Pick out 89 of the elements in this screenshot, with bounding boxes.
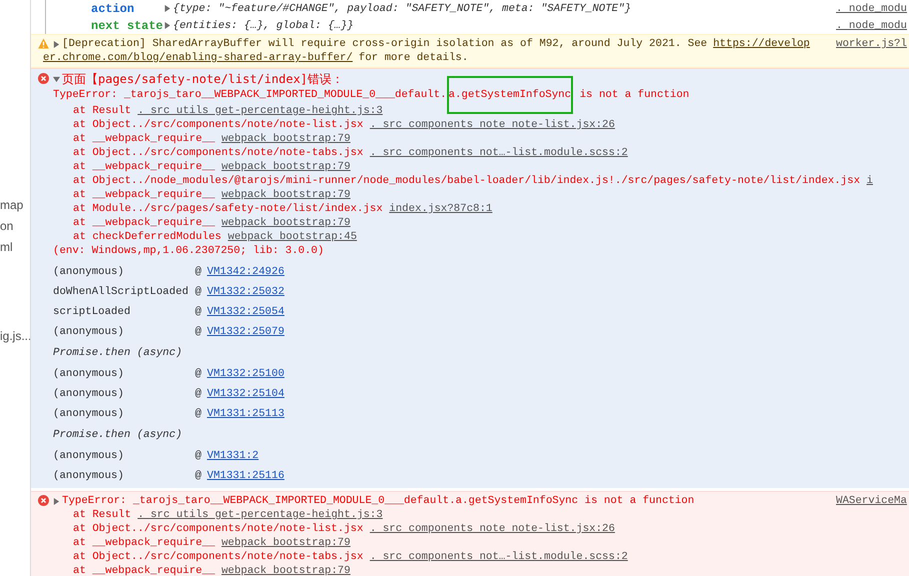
state-value: {entities: {…}, global: {…}} [173, 18, 355, 32]
source-link[interactable]: VM1332:25104 [207, 387, 284, 401]
source-link[interactable]: . src utils get-percentage-height.js:3 [138, 508, 383, 522]
error-icon [38, 495, 49, 506]
error-title: 页面【pages/safety-note/list/index]错误： [62, 72, 344, 86]
function-name: (anonymous) [53, 469, 125, 483]
sidebar-item[interactable]: ml [0, 240, 30, 254]
source-link[interactable]: WAServiceMa [836, 494, 909, 508]
source-link[interactable]: . src components not…-list.module.scss:2 [370, 550, 628, 564]
stack-frame: at Object../src/components/note/note-tabs.jsx [73, 550, 364, 564]
source-link[interactable]: VM1331:2 [207, 449, 259, 463]
stack-frame: at __webpack_require__ [73, 536, 215, 550]
function-name: (anonymous) [53, 325, 125, 339]
stack-frame: at __webpack_require__ [73, 132, 215, 146]
at-sign: @ [195, 265, 202, 279]
source-link[interactable]: webpack bootstrap:79 [221, 564, 350, 576]
source-link[interactable]: . node_modu [836, 2, 909, 16]
source-link[interactable]: webpack bootstrap:79 [221, 160, 350, 174]
stack-frame: at Object../src/components/note/note-tabs.jsx [73, 146, 364, 160]
state-value: {type: "~feature/#CHANGE", payload: "SAFETY_NOTE", meta: "SAFETY_NOTE"} [173, 2, 632, 16]
source-link[interactable]: VM1332:25032 [207, 285, 284, 299]
source-link[interactable]: index.jsx?87c8:1 [389, 202, 492, 216]
docs-link[interactable]: https://develop [713, 37, 810, 51]
docs-link[interactable]: er.chrome.com/blog/enabling-shared-array-buffer/ [43, 52, 353, 64]
source-link[interactable]: . node_modu [836, 18, 909, 32]
error-message: TypeError: _tarojs_taro__WEBPACK_IMPORTED_MODULE_0___default.a.getSystemInfoSync is not a function [62, 494, 694, 508]
source-link[interactable]: webpack bootstrap:79 [221, 536, 350, 550]
sidebar-item[interactable]: map [0, 198, 30, 212]
at-sign: @ [195, 387, 202, 401]
expand-triangle-icon[interactable] [164, 5, 171, 12]
source-link[interactable]: VM1332:25079 [207, 325, 284, 339]
source-link[interactable]: webpack bootstrap:79 [221, 188, 350, 202]
at-sign: @ [195, 285, 202, 299]
error-message: TypeError: _tarojs_taro__WEBPACK_IMPORTED_MODULE_0___default. [53, 88, 447, 102]
expand-triangle-icon[interactable] [164, 22, 171, 29]
source-link[interactable]: VM1331:25113 [207, 407, 284, 421]
collapse-triangle-icon[interactable] [53, 76, 60, 82]
source-link[interactable]: VM1332:25054 [207, 305, 284, 319]
function-name: (anonymous) [53, 387, 125, 401]
expand-triangle-icon[interactable] [53, 498, 60, 504]
stack-frame: at __webpack_require__ [73, 188, 215, 202]
at-sign: @ [195, 367, 202, 381]
source-link[interactable]: . src utils get-percentage-height.js:3 [138, 104, 383, 118]
function-name: doWhenAllScriptLoaded [53, 285, 190, 299]
source-link[interactable]: webpack bootstrap:79 [221, 132, 350, 146]
at-sign: @ [195, 469, 202, 483]
warning-icon [38, 38, 49, 49]
stack-frame: at Module../src/pages/safety-note/list/index.jsx [73, 202, 383, 216]
stack-frame: at Result [73, 508, 132, 522]
function-name: (anonymous) [53, 449, 125, 463]
async-label: Promise.then (async) [53, 428, 184, 443]
warning-text: for more details. [358, 52, 468, 64]
stack-frame: at Object../node_modules/@tarojs/mini-runner/node_modules/babel-loader/lib/index.js!./src/pages/safety-note/list/index.jsx [73, 174, 860, 188]
at-sign: @ [195, 449, 202, 463]
function-name: scriptLoaded [53, 305, 132, 319]
stack-frame: at __webpack_require__ [73, 216, 215, 230]
function-name: (anonymous) [53, 367, 125, 381]
source-link[interactable]: VM1332:25100 [207, 367, 284, 381]
stack-frame: at __webpack_require__ [73, 160, 215, 174]
highlight-box: a.getSystemInfoSync [446, 76, 574, 114]
function-name: (anonymous) [53, 265, 125, 279]
source-link[interactable]: . src components note note-list.jsx:26 [370, 522, 615, 536]
state-label: action [91, 2, 136, 16]
function-name: (anonymous) [53, 407, 125, 421]
source-link[interactable]: VM1342:24926 [207, 265, 284, 279]
source-link[interactable]: . src components note note-list.jsx:26 [370, 118, 615, 132]
expand-triangle-icon[interactable] [53, 40, 60, 48]
source-link[interactable]: webpack bootstrap:45 [228, 230, 357, 244]
source-link[interactable]: i [866, 174, 873, 188]
error-message: is not a function [580, 88, 690, 102]
source-link[interactable]: worker.js?l [836, 37, 909, 51]
at-sign: @ [195, 325, 202, 339]
env-info: (env: Windows,mp,1.06.2307250; lib: 3.0.0) [53, 244, 325, 258]
error-icon [38, 73, 49, 84]
async-label: Promise.then (async) [53, 346, 184, 361]
sidebar-item[interactable]: ig.js... [0, 329, 30, 343]
stack-frame: at __webpack_require__ [73, 564, 215, 576]
source-link[interactable]: VM1331:25116 [207, 469, 284, 483]
state-label: next state [91, 18, 164, 32]
at-sign: @ [195, 407, 202, 421]
at-sign: @ [195, 305, 202, 319]
stack-frame: at Object../src/components/note/note-list.jsx [73, 522, 364, 536]
sidebar-item[interactable]: on [0, 219, 30, 233]
stack-frame: at checkDeferredModules [73, 230, 222, 244]
stack-frame: at Object../src/components/note/note-list.jsx [73, 118, 364, 132]
source-link[interactable]: webpack bootstrap:79 [221, 216, 350, 230]
stack-frame: at Result [73, 104, 132, 118]
source-link[interactable]: . src components not…-list.module.scss:2 [370, 146, 628, 160]
warning-text: [Deprecation] SharedArrayBuffer will require cross-origin isolation as of M92, around July 2021. See [62, 37, 708, 51]
